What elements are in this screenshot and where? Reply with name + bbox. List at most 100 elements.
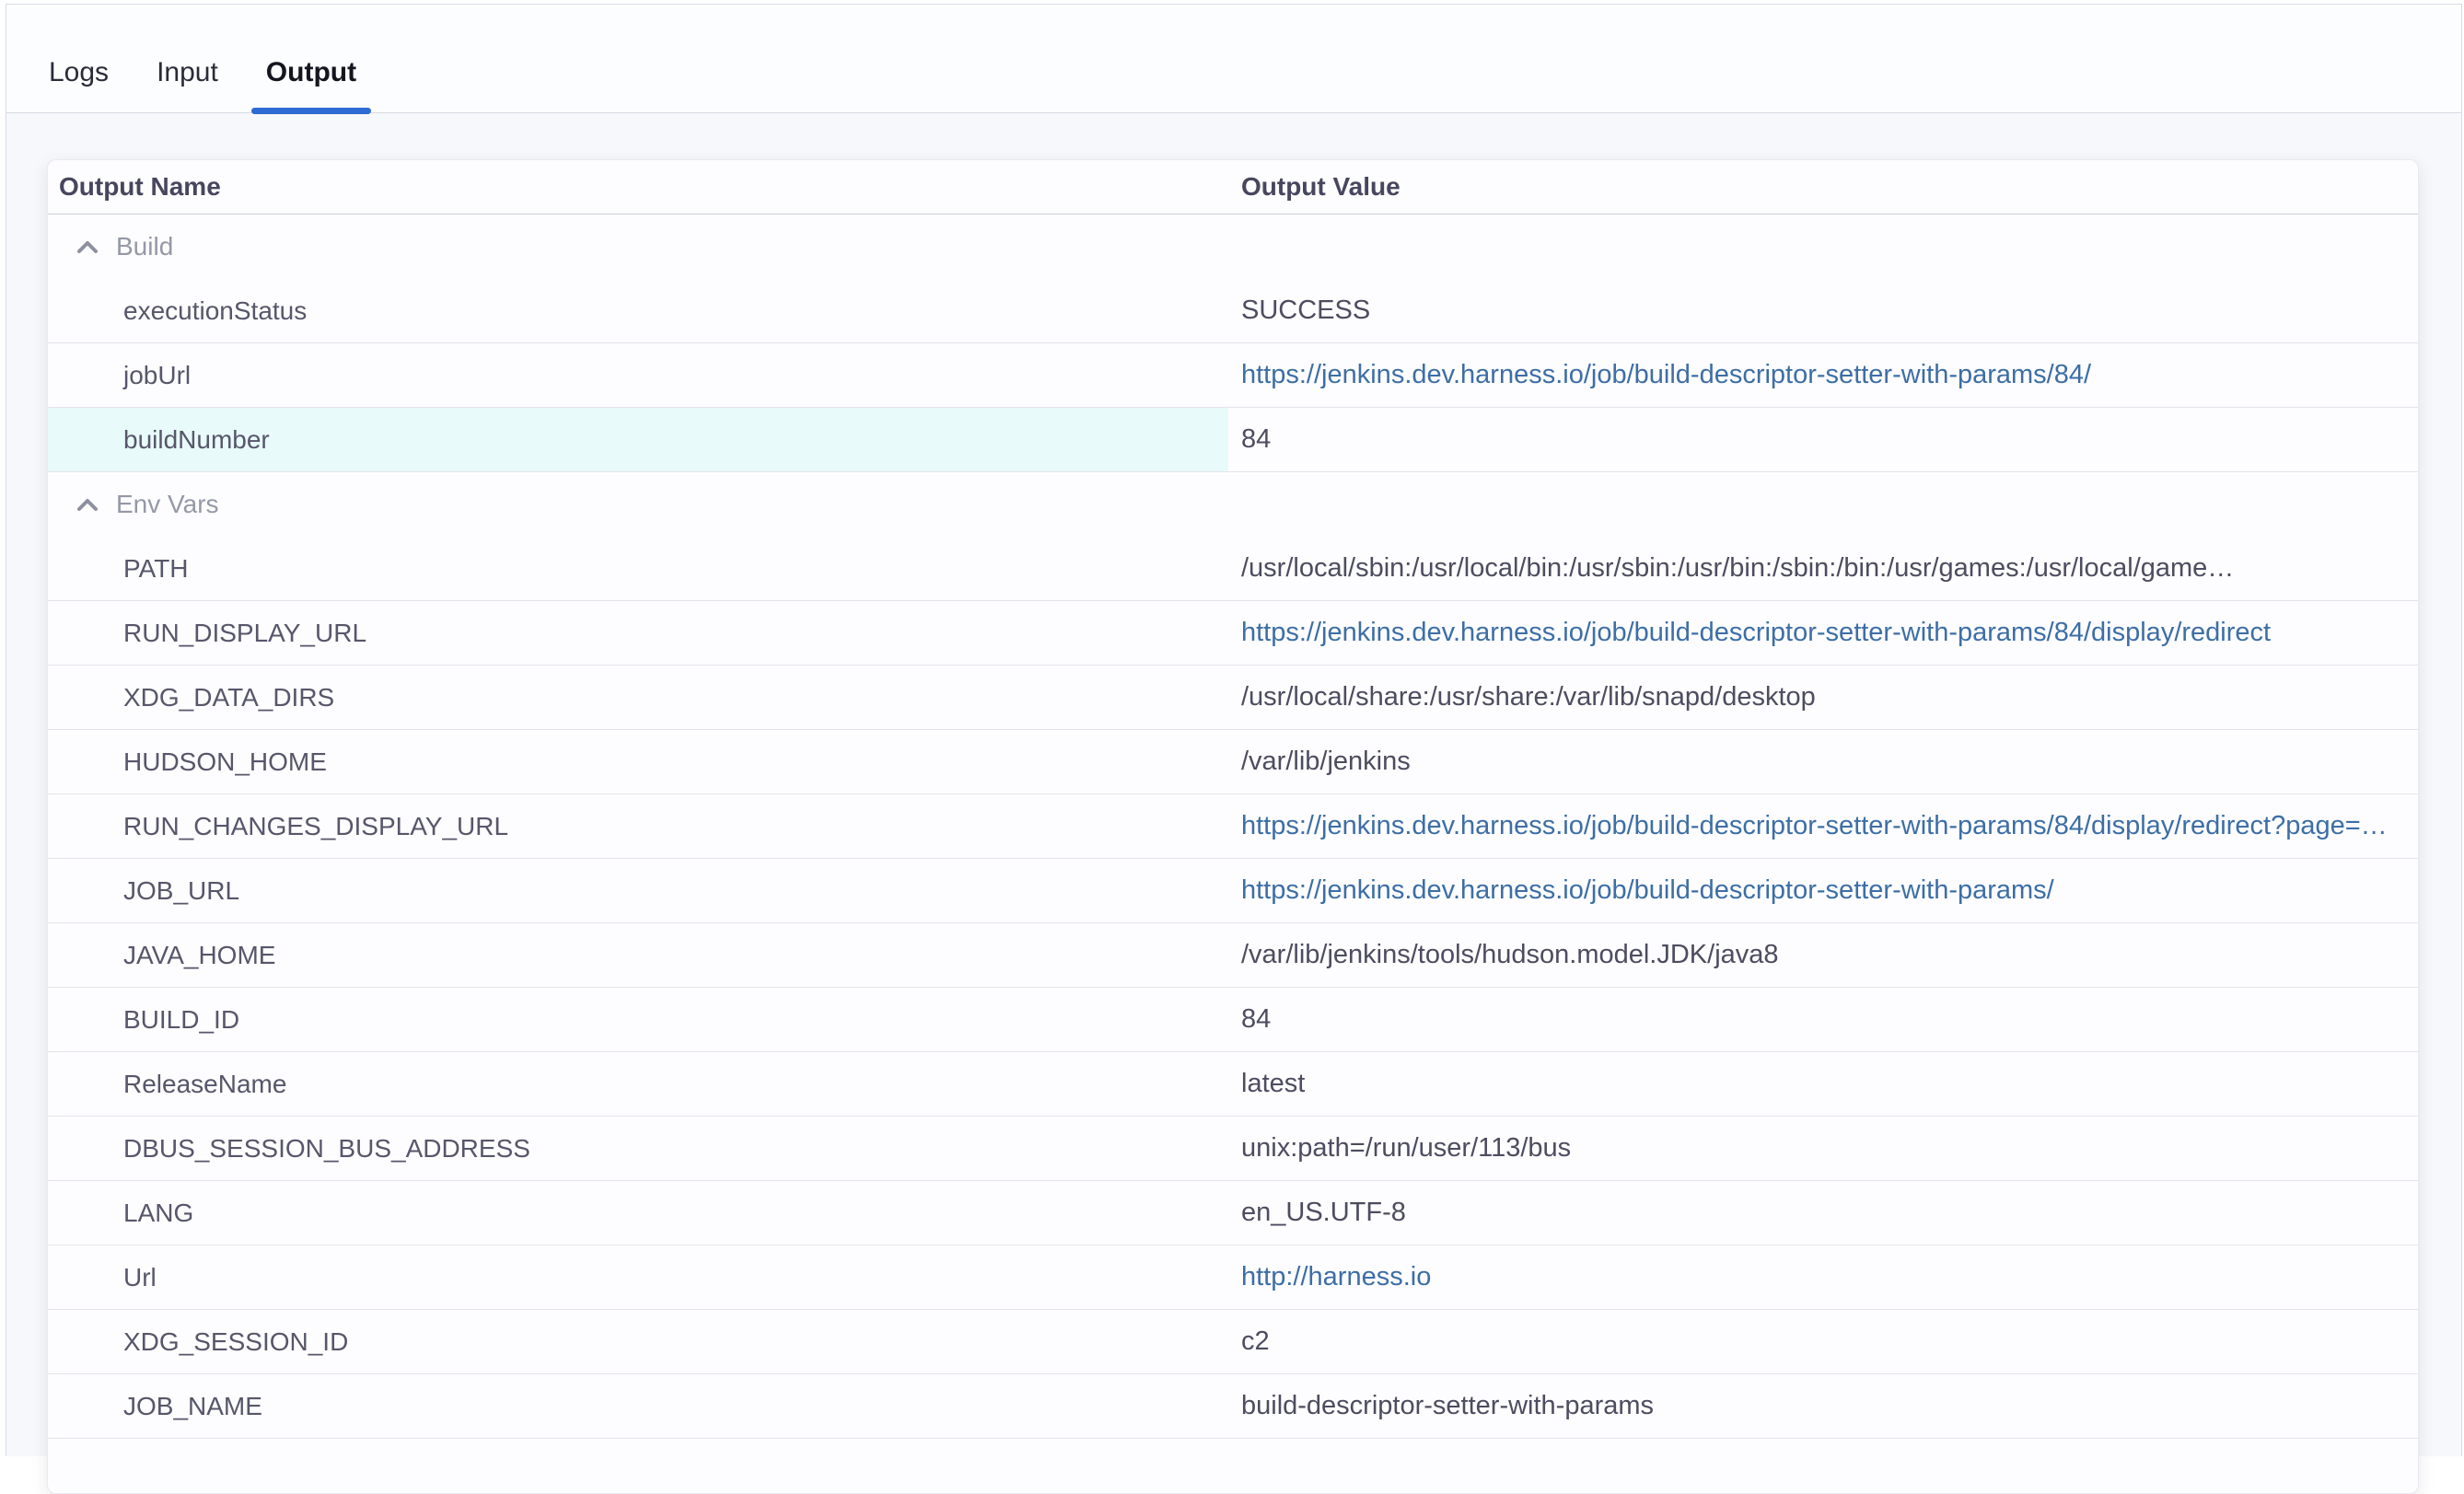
output-value-cell: https://jenkins.dev.harness.io/job/build… bbox=[1228, 859, 2418, 922]
output-table-body: Build executionStatus SUCCESS jobUrl https:/… bbox=[48, 214, 2418, 1439]
output-name-text: HUDSON_HOME bbox=[123, 747, 327, 777]
active-tab-indicator bbox=[251, 108, 371, 114]
group-row-env-vars[interactable]: Env Vars bbox=[48, 472, 2418, 537]
output-value-cell: 84 bbox=[1228, 408, 2418, 471]
table-row-dbus-session-bus-address: DBUS_SESSION_BUS_ADDRESS unix:path=/run/u… bbox=[48, 1117, 2418, 1181]
output-value-cell: /var/lib/jenkins/tools/hudson.model.JDK/… bbox=[1228, 923, 2418, 987]
output-value-cell: https://jenkins.dev.harness.io/job/build… bbox=[1228, 343, 2418, 407]
output-value-link[interactable]: https://jenkins.dev.harness.io/job/build… bbox=[1241, 811, 2388, 841]
output-name-text: LANG bbox=[123, 1199, 193, 1228]
chevron-up-icon[interactable] bbox=[76, 240, 99, 254]
output-value-text: latest bbox=[1241, 1069, 1305, 1099]
output-name-cell: LANG bbox=[48, 1181, 1228, 1245]
table-row-job-url: JOB_URL https://jenkins.dev.harness.io/jo… bbox=[48, 859, 2418, 923]
tab-bar: Logs Input Output bbox=[6, 5, 2461, 113]
output-value-text: 84 bbox=[1241, 424, 1271, 455]
output-name-cell: HUDSON_HOME bbox=[48, 730, 1228, 793]
output-name-cell: Url bbox=[48, 1245, 1228, 1309]
tab-output[interactable]: Output bbox=[251, 57, 371, 112]
output-name-cell: JOB_NAME bbox=[48, 1374, 1228, 1438]
output-value-text: SUCCESS bbox=[1241, 295, 1370, 326]
output-value-text: /var/lib/jenkins bbox=[1241, 747, 1411, 777]
table-row-build-id: BUILD_ID 84 bbox=[48, 988, 2418, 1052]
output-name-cell: XDG_DATA_DIRS bbox=[48, 666, 1228, 729]
output-tab-content: Output Name Output Value Build executionS… bbox=[6, 113, 2461, 1494]
group-label: Env Vars bbox=[116, 490, 219, 519]
tab-logs-label: Logs bbox=[49, 57, 109, 87]
column-header-output-value: Output Value bbox=[1228, 172, 2418, 202]
table-row-buildnumber: buildNumber 84 bbox=[48, 408, 2418, 472]
output-name-text: BUILD_ID bbox=[123, 1005, 239, 1035]
table-row-xdg-session-id: XDG_SESSION_IDc2 bbox=[48, 1310, 2418, 1374]
output-value-link[interactable]: http://harness.io bbox=[1241, 1262, 1431, 1292]
output-value-cell: SUCCESS bbox=[1228, 279, 2418, 342]
table-row-xdg-data-dirs: XDG_DATA_DIRS/usr/local/share:/usr/share… bbox=[48, 666, 2418, 730]
output-name-text: executionStatus bbox=[123, 296, 307, 326]
output-value-cell: /usr/local/share:/usr/share:/var/lib/sna… bbox=[1228, 666, 2418, 729]
output-value-cell: build-descriptor-setter-with-params bbox=[1228, 1374, 2418, 1438]
output-name-cell: executionStatus bbox=[48, 279, 1228, 342]
output-name-text: JOB_URL bbox=[123, 876, 239, 906]
output-name-cell: ReleaseName bbox=[48, 1052, 1228, 1116]
output-name-cell: RUN_CHANGES_DISPLAY_URL bbox=[48, 794, 1228, 858]
output-name-text: JOB_NAME bbox=[123, 1392, 262, 1421]
output-value-text: en_US.UTF-8 bbox=[1241, 1198, 1406, 1228]
output-name-cell: RUN_DISPLAY_URL bbox=[48, 601, 1228, 665]
table-row-releasename: ReleaseName latest bbox=[48, 1052, 2418, 1117]
table-row-executionstatus: executionStatus SUCCESS bbox=[48, 279, 2418, 343]
output-value-cell: http://harness.io bbox=[1228, 1245, 2418, 1309]
output-value-link[interactable]: https://jenkins.dev.harness.io/job/build… bbox=[1241, 618, 2271, 648]
output-value-text: unix:path=/run/user/113/bus bbox=[1241, 1133, 1571, 1164]
output-name-cell: DBUS_SESSION_BUS_ADDRESS bbox=[48, 1117, 1228, 1180]
column-header-output-name: Output Name bbox=[48, 172, 1228, 202]
table-row-job-name: JOB_NAME build-descriptor-setter-with-par… bbox=[48, 1374, 2418, 1439]
table-row-hudson-home: HUDSON_HOME/var/lib/jenkins bbox=[48, 730, 2418, 794]
table-header-row: Output Name Output Value bbox=[48, 160, 2418, 214]
output-value-link[interactable]: https://jenkins.dev.harness.io/job/build… bbox=[1241, 360, 2091, 390]
table-row-lang: LANG en_US.UTF-8 bbox=[48, 1181, 2418, 1245]
output-value-cell: en_US.UTF-8 bbox=[1228, 1181, 2418, 1245]
output-name-cell: jobUrl bbox=[48, 343, 1228, 407]
tab-output-label: Output bbox=[266, 57, 356, 87]
tab-input-label: Input bbox=[157, 57, 218, 87]
output-value-text: /var/lib/jenkins/tools/hudson.model.JDK/… bbox=[1241, 940, 1779, 970]
output-name-text: JAVA_HOME bbox=[123, 941, 275, 970]
output-value-cell: /usr/local/sbin:/usr/local/bin:/usr/sbin… bbox=[1228, 537, 2418, 600]
output-value-text: build-descriptor-setter-with-params bbox=[1241, 1391, 1654, 1421]
chevron-up-icon[interactable] bbox=[76, 498, 99, 512]
output-value-cell: 84 bbox=[1228, 988, 2418, 1051]
output-value-text: /usr/local/sbin:/usr/local/bin:/usr/sbin… bbox=[1241, 553, 2234, 584]
output-value-cell: https://jenkins.dev.harness.io/job/build… bbox=[1228, 601, 2418, 665]
output-name-cell: BUILD_ID bbox=[48, 988, 1228, 1051]
output-name-text: ReleaseName bbox=[123, 1070, 286, 1099]
group-label: Build bbox=[116, 232, 173, 261]
table-row-java-home: JAVA_HOME/var/lib/jenkins/tools/hudson.m… bbox=[48, 923, 2418, 988]
group-row-build[interactable]: Build bbox=[48, 214, 2418, 279]
output-name-text: jobUrl bbox=[123, 361, 191, 390]
output-name-cell: PATH bbox=[48, 537, 1228, 600]
output-name-cell: XDG_SESSION_ID bbox=[48, 1310, 1228, 1373]
output-table-card: Output Name Output Value Build executionS… bbox=[47, 159, 2419, 1494]
output-name-text: RUN_CHANGES_DISPLAY_URL bbox=[123, 812, 508, 841]
output-name-text: buildNumber bbox=[123, 425, 270, 455]
output-name-cell: JOB_URL bbox=[48, 859, 1228, 922]
tab-logs[interactable]: Logs bbox=[34, 57, 123, 112]
tab-input[interactable]: Input bbox=[142, 57, 233, 112]
output-name-cell: JAVA_HOME bbox=[48, 923, 1228, 987]
output-value-link[interactable]: https://jenkins.dev.harness.io/job/build… bbox=[1241, 875, 2054, 906]
output-value-cell: c2 bbox=[1228, 1310, 2418, 1373]
output-name-text: DBUS_SESSION_BUS_ADDRESS bbox=[123, 1134, 530, 1164]
table-row-url: Url http://harness.io bbox=[48, 1245, 2418, 1310]
output-value-cell: unix:path=/run/user/113/bus bbox=[1228, 1117, 2418, 1180]
output-name-text: Url bbox=[123, 1263, 157, 1292]
output-name-cell: buildNumber bbox=[48, 408, 1228, 471]
table-row-joburl: jobUrl https://jenkins.dev.harness.io/job… bbox=[48, 343, 2418, 408]
execution-output-panel: Logs Input Output Output Name Output Val… bbox=[6, 4, 2462, 1456]
output-name-text: PATH bbox=[123, 554, 189, 584]
table-row-run-changes-display-url: RUN_CHANGES_DISPLAY_URL https://jenkins.d… bbox=[48, 794, 2418, 859]
table-row-run-display-url: RUN_DISPLAY_URL https://jenkins.dev.harne… bbox=[48, 601, 2418, 666]
output-value-cell: https://jenkins.dev.harness.io/job/build… bbox=[1228, 794, 2418, 858]
output-value-cell: /var/lib/jenkins bbox=[1228, 730, 2418, 793]
output-value-text: 84 bbox=[1241, 1004, 1271, 1035]
output-name-text: XDG_DATA_DIRS bbox=[123, 683, 334, 712]
